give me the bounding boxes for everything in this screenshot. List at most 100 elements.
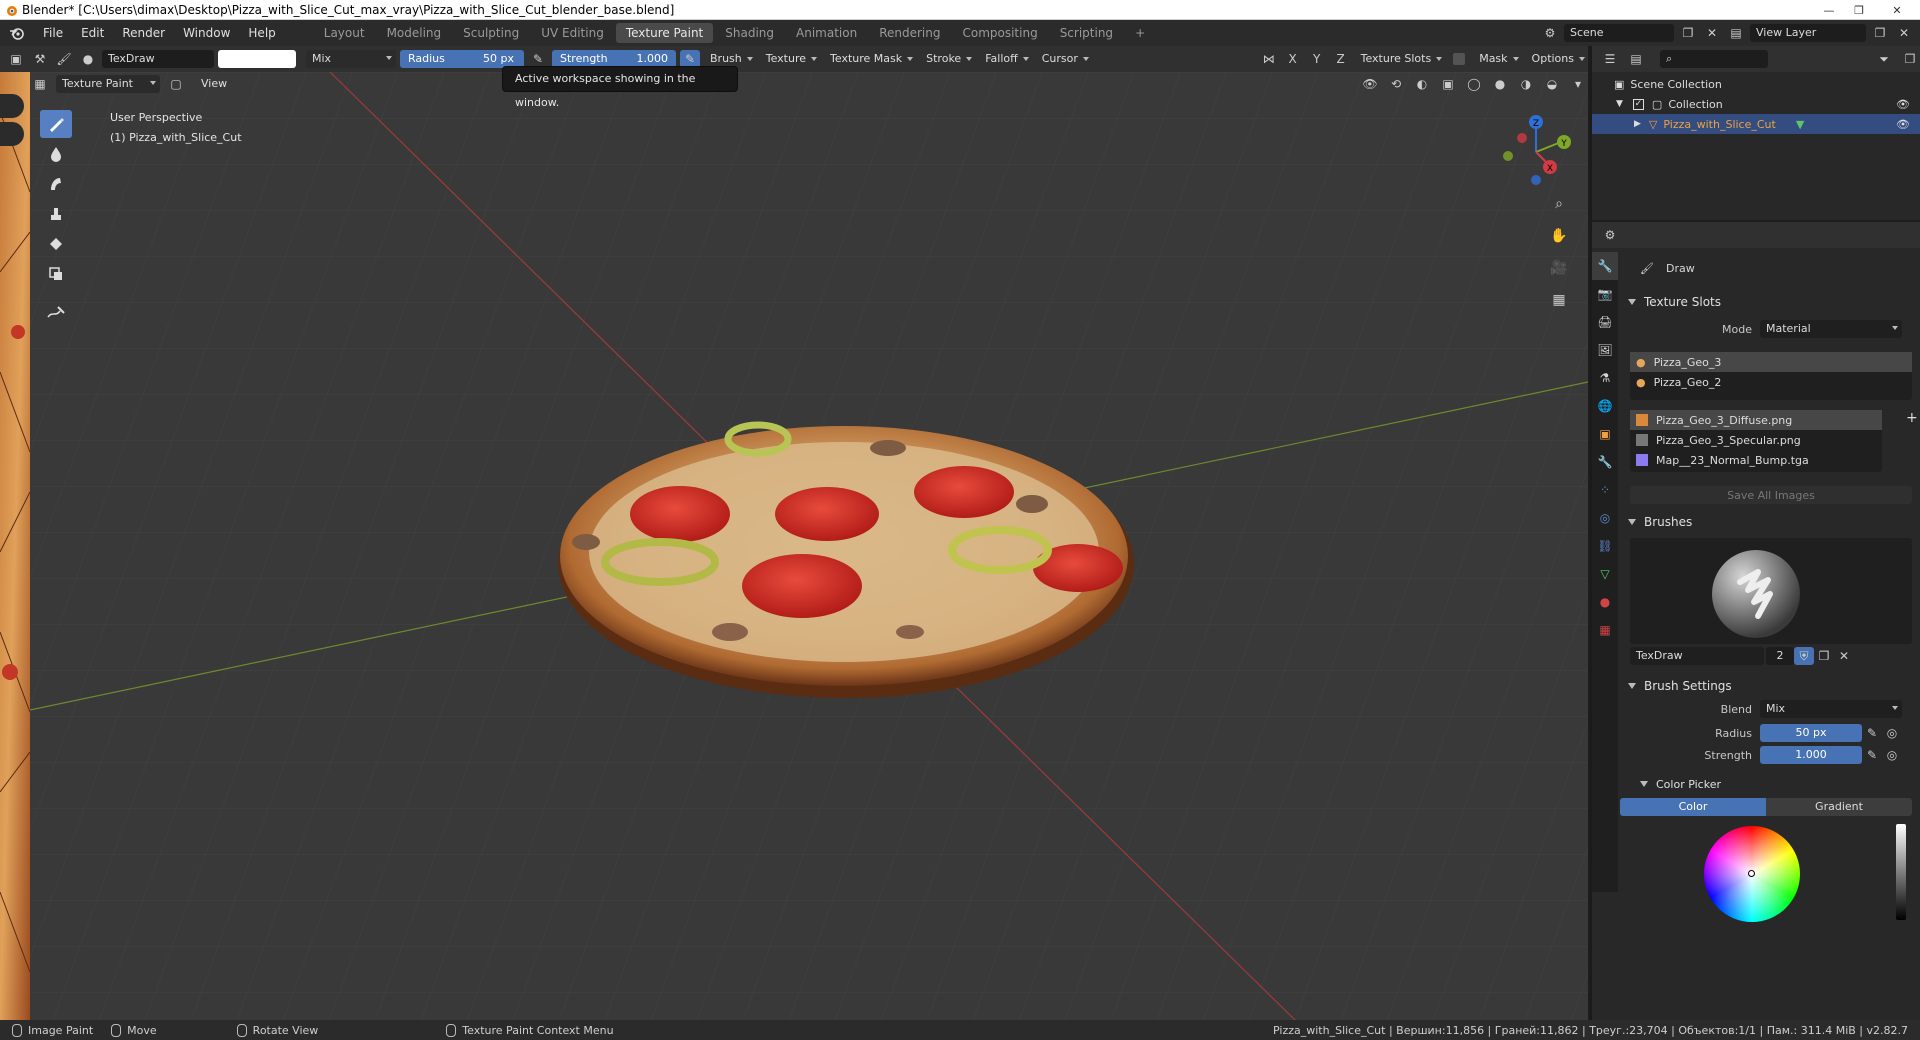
tab-sculpting[interactable]: Sculpting — [453, 23, 529, 43]
tab-texture-paint[interactable]: Texture Paint — [615, 23, 714, 43]
menu-edit[interactable]: Edit — [72, 20, 113, 46]
editor-type-icon[interactable]: ☰ — [1600, 50, 1620, 68]
tab-compositing[interactable]: Compositing — [952, 23, 1047, 43]
xray-icon[interactable]: ▣ — [1438, 75, 1458, 93]
image-editor-strip[interactable] — [0, 72, 30, 1020]
delete-scene-icon[interactable]: ✕ — [1702, 24, 1722, 42]
options-dropdown[interactable]: Options — [1526, 50, 1588, 68]
tab-scene-icon[interactable]: ⚗ — [1592, 364, 1618, 392]
tab-render-icon[interactable]: 📷 — [1592, 280, 1618, 308]
menu-view[interactable]: View — [192, 72, 236, 96]
zoom-image-icon[interactable] — [0, 94, 24, 118]
shading-solid-icon[interactable]: ● — [1490, 75, 1510, 93]
tab-particles-icon[interactable]: ⁘ — [1592, 476, 1618, 504]
filter-icon[interactable]: ⏷ — [1874, 50, 1894, 68]
tab-animation[interactable]: Animation — [786, 23, 867, 43]
add-image-icon[interactable]: + — [1906, 410, 1918, 472]
tab-shading[interactable]: Shading — [715, 23, 784, 43]
expand-arrow-icon[interactable]: ▶ — [1634, 119, 1641, 129]
tab-modeling[interactable]: Modeling — [377, 23, 452, 43]
brush-name-field[interactable]: TexDraw — [102, 50, 214, 68]
tab-tool-icon[interactable]: 🔧 — [1592, 252, 1618, 280]
value-slider[interactable] — [1896, 824, 1906, 920]
save-all-images-button[interactable]: Save All Images — [1630, 486, 1912, 504]
tab-gradient[interactable]: Gradient — [1766, 798, 1912, 816]
menu-stroke[interactable]: Stroke — [920, 50, 975, 68]
view-layer-field[interactable]: View Layer — [1750, 24, 1866, 42]
pizza-object[interactable] — [558, 421, 1134, 698]
texture-slots-dropdown[interactable]: Texture Slots — [1355, 50, 1446, 68]
navigation-gizmo[interactable]: Z Y X — [1496, 112, 1576, 192]
brushes-panel-header[interactable]: Brushes — [1620, 510, 1920, 534]
view-layer-icon[interactable]: ▤ — [1726, 24, 1746, 42]
3d-viewport[interactable] — [30, 72, 1588, 1020]
tab-physics-icon[interactable]: ◎ — [1592, 504, 1618, 532]
blender-menu-button[interactable] — [0, 20, 34, 46]
list-item[interactable]: ● Pizza_Geo_2 — [1630, 372, 1912, 392]
tab-object-icon[interactable]: ▣ — [1592, 420, 1618, 448]
add-workspace-button[interactable]: + — [1125, 23, 1155, 43]
axis-z-toggle[interactable]: Z — [1331, 50, 1351, 68]
radius-slider[interactable]: 50 px — [1760, 724, 1862, 742]
menu-texture[interactable]: Texture — [760, 50, 820, 68]
shading-options-icon[interactable]: ▾ — [1568, 75, 1588, 93]
tab-scripting[interactable]: Scripting — [1050, 23, 1123, 43]
scene-selector-icon[interactable]: ⚙ — [1540, 24, 1560, 42]
tab-material-icon[interactable]: ● — [1592, 588, 1618, 616]
brush-preview-box[interactable] — [1630, 538, 1912, 644]
tab-modifier-icon[interactable]: 🔧 — [1592, 448, 1618, 476]
outliner-row-scene-collection[interactable]: ▣ Scene Collection — [1592, 74, 1920, 94]
axis-y-toggle[interactable]: Y — [1307, 50, 1327, 68]
close-button[interactable]: ✕ — [1874, 0, 1920, 20]
maximize-button[interactable]: ❐ — [1844, 0, 1874, 20]
blend-dropdown[interactable]: Mix — [306, 50, 396, 68]
camera-icon[interactable]: 🎥 — [1547, 256, 1571, 280]
tab-layout[interactable]: Layout — [314, 23, 375, 43]
blend-dropdown[interactable]: Mix — [1760, 700, 1902, 718]
gizmo-neg-y-icon[interactable] — [1503, 151, 1513, 161]
fill-tool-icon[interactable] — [40, 230, 72, 258]
brush-name-field[interactable]: TexDraw — [1630, 647, 1764, 665]
new-collection-icon[interactable]: ❐ — [1900, 50, 1920, 68]
overlays-icon[interactable]: ◐ — [1412, 75, 1432, 93]
mode-dropdown[interactable]: Material — [1760, 320, 1902, 338]
color-wheel-cursor[interactable] — [1748, 870, 1755, 877]
tab-rendering[interactable]: Rendering — [869, 23, 950, 43]
tab-color[interactable]: Color — [1620, 798, 1766, 816]
gizmo-toggle-icon[interactable]: ⟲ — [1386, 75, 1406, 93]
draw-tool-icon[interactable] — [40, 110, 72, 138]
mask-checkbox[interactable] — [1453, 53, 1466, 65]
object-visibility-icon[interactable]: 👁 — [1896, 118, 1910, 131]
tab-texture-icon[interactable]: ▦ — [1592, 616, 1618, 644]
new-scene-icon[interactable]: ❐ — [1678, 24, 1698, 42]
menu-file[interactable]: File — [34, 20, 72, 46]
unlink-brush-icon[interactable]: ✕ — [1834, 647, 1854, 665]
clone-tool-icon[interactable] — [40, 200, 72, 228]
delete-view-layer-icon[interactable]: ✕ — [1894, 24, 1914, 42]
shading-material-icon[interactable]: ◑ — [1516, 75, 1536, 93]
radius-unit-icon[interactable]: ◎ — [1882, 724, 1902, 742]
new-view-layer-icon[interactable]: ❐ — [1870, 24, 1890, 42]
gizmo-neg-x-icon[interactable] — [1517, 133, 1527, 143]
outliner-row-pizza-object[interactable]: ▶ ▽ Pizza_with_Slice_Cut ▼ 👁 — [1592, 114, 1920, 134]
mask-tool-icon[interactable] — [40, 260, 72, 288]
smear-tool-icon[interactable] — [40, 170, 72, 198]
strength-slider[interactable]: 1.000 — [1760, 746, 1862, 764]
duplicate-brush-icon[interactable]: ❐ — [1814, 647, 1834, 665]
gizmo-neg-z-icon[interactable] — [1531, 175, 1541, 185]
minimize-button[interactable]: — — [1814, 0, 1844, 20]
pan-hand-icon[interactable]: ✋ — [1547, 224, 1571, 248]
list-item[interactable]: Pizza_Geo_3_Specular.png — [1630, 430, 1882, 450]
menu-falloff[interactable]: Falloff — [979, 50, 1031, 68]
collection-visibility-icon[interactable]: 👁 — [1896, 98, 1910, 111]
mesh-data-icon[interactable]: ▼ — [1796, 118, 1804, 131]
brush-settings-panel-header[interactable]: Brush Settings — [1620, 674, 1920, 698]
tool-options-icon[interactable]: ⚒ — [30, 50, 50, 68]
menu-render[interactable]: Render — [113, 20, 174, 46]
viewport-canvas[interactable] — [30, 72, 1588, 1020]
fake-user-shield-icon[interactable]: ⛨ — [1794, 647, 1814, 665]
outliner-search-input[interactable]: ⌕ — [1660, 50, 1768, 68]
list-item[interactable]: Map__23_Normal_Bump.tga — [1630, 450, 1882, 470]
shading-rendered-icon[interactable]: ◒ — [1542, 75, 1562, 93]
list-item[interactable]: Pizza_Geo_3_Diffuse.png — [1630, 410, 1882, 430]
